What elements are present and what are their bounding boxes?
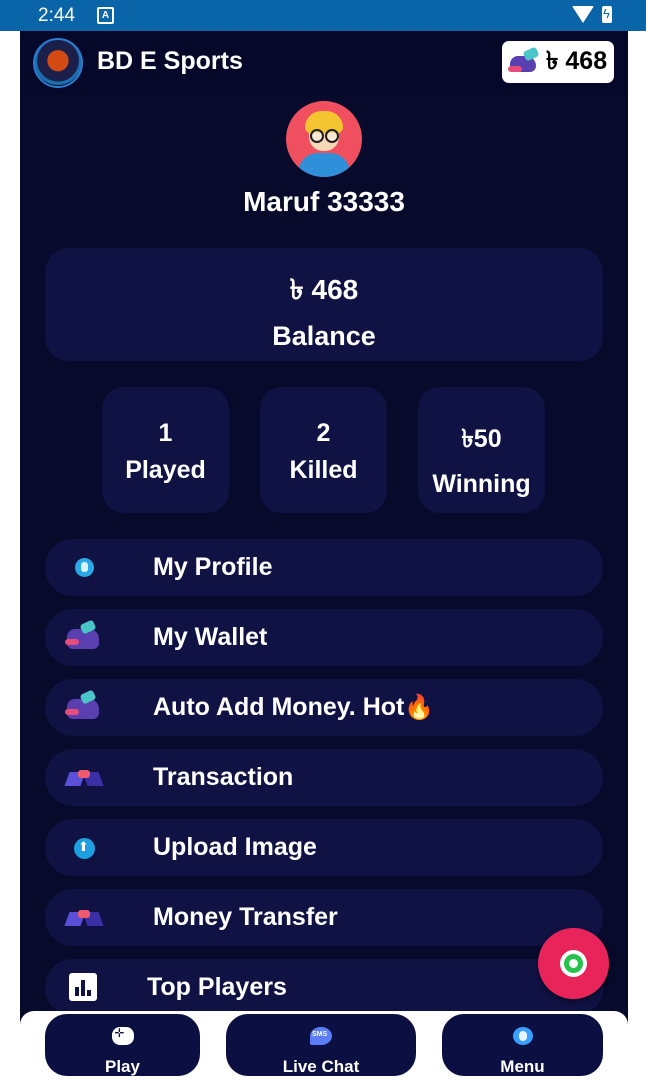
- transfer-icon: [64, 763, 105, 793]
- app-logo: [33, 38, 83, 88]
- wallet-chip-balance: ৳ 468: [546, 46, 608, 75]
- menu-label: My Wallet: [153, 623, 268, 651]
- menu-top-players[interactable]: Top Players: [45, 959, 603, 1016]
- menu-money-transfer[interactable]: Money Transfer: [45, 889, 603, 946]
- menu-my-profile[interactable]: My Profile: [45, 539, 603, 596]
- stat-value: 2: [316, 419, 331, 447]
- avatar: [286, 101, 362, 177]
- menu-upload-image[interactable]: Upload Image: [45, 819, 603, 876]
- app-bar: BD E Sports ৳ 468: [20, 31, 628, 95]
- sms-icon: [310, 1027, 332, 1045]
- notification-icon: A: [96, 7, 114, 24]
- nav-live-chat[interactable]: Live Chat: [226, 1014, 416, 1076]
- menu-label: Top Players: [147, 973, 287, 1001]
- transfer-icon: [64, 903, 105, 933]
- fire-icon: 🔥: [404, 694, 435, 721]
- balance-label: Balance: [272, 321, 376, 351]
- stat-winning: ৳50 Winning: [418, 387, 545, 513]
- phone-icon: [569, 959, 578, 968]
- balance-value: ৳ 468: [289, 274, 359, 305]
- wallet-icon: [65, 689, 105, 723]
- stat-label: Played: [125, 456, 206, 484]
- whatsapp-fab[interactable]: [538, 928, 609, 999]
- wallet-chip[interactable]: ৳ 468: [502, 41, 614, 83]
- upload-icon: [65, 833, 105, 863]
- stat-label: Killed: [289, 456, 358, 484]
- menu-my-wallet[interactable]: My Wallet: [45, 609, 603, 666]
- menu-label: Auto Add Money. Hot🔥: [153, 693, 434, 722]
- stat-value: 1: [158, 419, 173, 447]
- app-frame: BD E Sports ৳ 468 Maruf 33333 ৳ 468 Bala…: [20, 31, 628, 1080]
- menu-transaction[interactable]: Transaction: [45, 749, 603, 806]
- gamepad-icon: [111, 1026, 134, 1045]
- nav-label: Menu: [500, 1057, 545, 1076]
- bottom-nav: Play Live Chat Menu: [20, 1011, 628, 1080]
- status-right: [572, 6, 612, 23]
- wallet-icon: [65, 619, 105, 653]
- user-globe-icon: [65, 553, 105, 583]
- nav-menu[interactable]: Menu: [442, 1014, 603, 1076]
- status-time: 2:44: [38, 4, 75, 26]
- menu-label-text: Auto Add Money. Hot: [153, 693, 405, 721]
- bar-chart-icon: [65, 973, 105, 1003]
- app-title: BD E Sports: [97, 47, 243, 75]
- balance-card: ৳ 468 Balance: [45, 248, 603, 361]
- wallet-icon: [508, 46, 540, 76]
- status-bar: 2:44 A: [0, 0, 646, 31]
- stat-killed: 2 Killed: [260, 387, 387, 513]
- menu-label: My Profile: [153, 553, 273, 581]
- menu-label: Money Transfer: [153, 903, 338, 931]
- username: Maruf 33333: [243, 186, 405, 217]
- nav-label: Live Chat: [282, 1057, 360, 1076]
- battery-icon: [602, 6, 612, 23]
- menu-auto-add-money[interactable]: Auto Add Money. Hot🔥: [45, 679, 603, 736]
- stat-label: Winning: [432, 470, 531, 498]
- stat-value: ৳50: [461, 425, 502, 453]
- stat-played: 1 Played: [102, 387, 229, 513]
- menu-label: Upload Image: [153, 833, 317, 861]
- nav-play[interactable]: Play: [45, 1014, 200, 1076]
- nav-label: Play: [105, 1057, 140, 1076]
- wifi-icon: [572, 6, 594, 23]
- user-icon: [512, 1027, 533, 1045]
- menu-label: Transaction: [153, 763, 294, 791]
